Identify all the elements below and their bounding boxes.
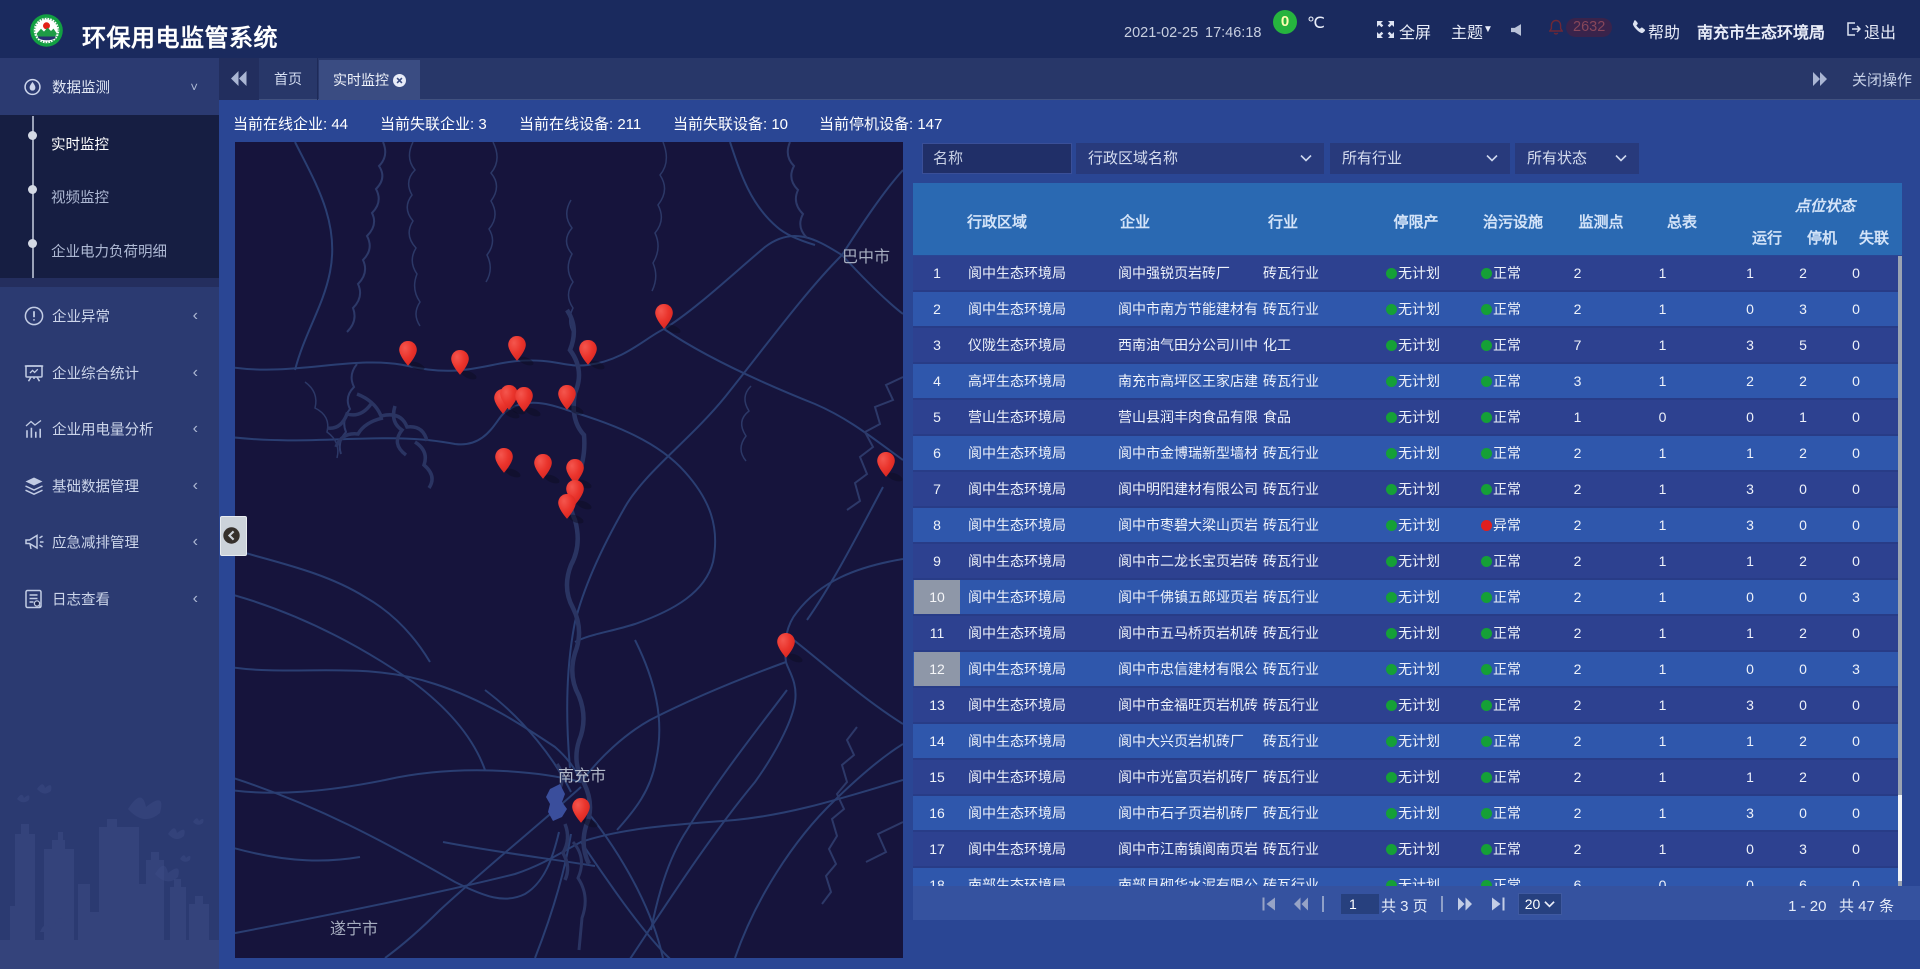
svg-text:南充市: 南充市: [558, 767, 606, 785]
svg-text:巴中市: 巴中市: [842, 248, 890, 266]
svg-text:遂宁市: 遂宁市: [330, 920, 378, 938]
